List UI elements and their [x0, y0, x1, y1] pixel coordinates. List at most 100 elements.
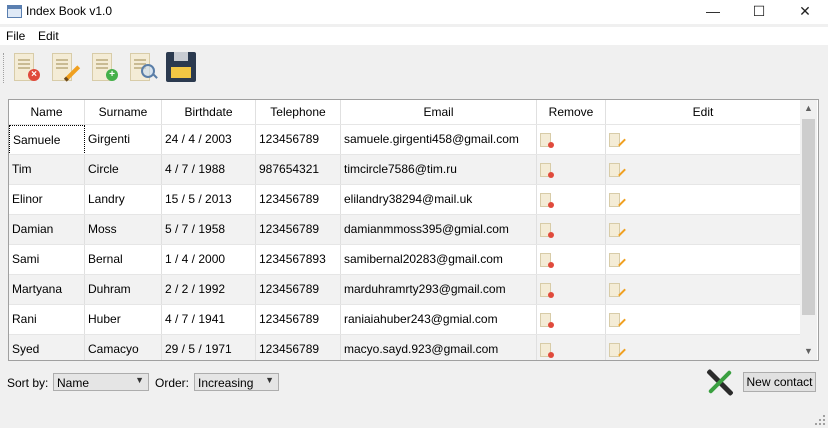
cell-surname[interactable]: Landry	[85, 185, 162, 215]
edit-row-icon[interactable]	[609, 313, 626, 327]
close-button[interactable]: ✕	[782, 0, 828, 24]
cell-telephone[interactable]: 123456789	[256, 275, 341, 305]
table-row[interactable]: Sami Bernal 1 / 4 / 2000 1234567893 samibern…	[9, 244, 800, 275]
new-contact-button[interactable]: New contact	[743, 372, 816, 392]
cell-telephone[interactable]: 123456789	[256, 215, 341, 245]
edit-row-icon[interactable]	[609, 133, 626, 147]
cell-birthdate[interactable]: 24 / 4 / 2003	[162, 125, 256, 155]
cell-surname[interactable]: Girgenti	[85, 125, 162, 155]
cell-name[interactable]: Samuele	[9, 125, 85, 155]
cell-surname[interactable]: Circle	[85, 155, 162, 185]
cell-surname[interactable]: Duhram	[85, 275, 162, 305]
edit-contact-button[interactable]	[48, 51, 82, 85]
cell-edit[interactable]	[606, 335, 800, 360]
header-surname[interactable]: Surname	[85, 100, 162, 124]
cell-edit[interactable]	[606, 125, 800, 155]
search-contact-button[interactable]	[126, 51, 160, 85]
edit-row-icon[interactable]	[609, 253, 626, 267]
cell-remove[interactable]	[537, 185, 606, 215]
cell-name[interactable]: Elinor	[9, 185, 85, 215]
remove-row-icon[interactable]	[540, 193, 554, 208]
toolbar-grip[interactable]	[3, 53, 6, 83]
cell-surname[interactable]: Bernal	[85, 245, 162, 275]
edit-row-icon[interactable]	[609, 193, 626, 207]
cell-edit[interactable]	[606, 245, 800, 275]
cell-remove[interactable]	[537, 245, 606, 275]
header-edit[interactable]: Edit	[606, 100, 800, 124]
cell-telephone[interactable]: 1234567893	[256, 245, 341, 275]
cell-edit[interactable]	[606, 305, 800, 335]
cell-birthdate[interactable]: 4 / 7 / 1941	[162, 305, 256, 335]
cell-name[interactable]: Martyana	[9, 275, 85, 305]
header-telephone[interactable]: Telephone	[256, 100, 341, 124]
sort-by-select[interactable]: Name ▼	[53, 373, 149, 391]
cell-telephone[interactable]: 987654321	[256, 155, 341, 185]
cell-email[interactable]: samibernal20283@gmail.com	[341, 245, 537, 275]
table-row[interactable]: Syed Camacyo 29 / 5 / 1971 123456789 macyo.s…	[9, 334, 800, 360]
cell-birthdate[interactable]: 2 / 2 / 1992	[162, 275, 256, 305]
cell-email[interactable]: damianmmoss395@gmial.com	[341, 215, 537, 245]
menu-edit[interactable]: Edit	[38, 29, 59, 43]
scroll-down-arrow-icon[interactable]: ▼	[800, 343, 817, 360]
scroll-thumb[interactable]	[802, 119, 815, 315]
table-row[interactable]: Elinor Landry 15 / 5 / 2013 123456789 elilan…	[9, 184, 800, 215]
remove-row-icon[interactable]	[540, 313, 554, 328]
cell-telephone[interactable]: 123456789	[256, 335, 341, 360]
table-row[interactable]: Samuele Girgenti 24 / 4 / 2003 123456789 sam…	[9, 124, 800, 155]
menu-file[interactable]: File	[6, 29, 25, 43]
remove-row-icon[interactable]	[540, 223, 554, 238]
cell-surname[interactable]: Moss	[85, 215, 162, 245]
order-select[interactable]: Increasing ▼	[194, 373, 279, 391]
edit-row-icon[interactable]	[609, 343, 626, 357]
cell-name[interactable]: Damian	[9, 215, 85, 245]
remove-row-icon[interactable]	[540, 133, 554, 148]
cell-email[interactable]: macyo.sayd.923@gmail.com	[341, 335, 537, 360]
cell-telephone[interactable]: 123456789	[256, 125, 341, 155]
edit-row-icon[interactable]	[609, 223, 626, 237]
table-row[interactable]: Damian Moss 5 / 7 / 1958 123456789 damianmmo…	[9, 214, 800, 245]
table-row[interactable]: Martyana Duhram 2 / 2 / 1992 123456789 mardu…	[9, 274, 800, 305]
tools-icon[interactable]	[703, 366, 737, 398]
cell-birthdate[interactable]: 29 / 5 / 1971	[162, 335, 256, 360]
cell-remove[interactable]	[537, 215, 606, 245]
cell-remove[interactable]	[537, 155, 606, 185]
cell-telephone[interactable]: 123456789	[256, 305, 341, 335]
cell-remove[interactable]	[537, 305, 606, 335]
remove-row-icon[interactable]	[540, 343, 554, 358]
cell-surname[interactable]: Huber	[85, 305, 162, 335]
cell-email[interactable]: samuele.girgenti458@gmail.com	[341, 125, 537, 155]
table-row[interactable]: Rani Huber 4 / 7 / 1941 123456789 raniaiahub…	[9, 304, 800, 335]
maximize-button[interactable]: ☐	[736, 0, 782, 24]
cell-edit[interactable]	[606, 275, 800, 305]
cell-name[interactable]: Rani	[9, 305, 85, 335]
cell-birthdate[interactable]: 4 / 7 / 1988	[162, 155, 256, 185]
cell-surname[interactable]: Camacyo	[85, 335, 162, 360]
cell-email[interactable]: timcircle7586@tim.ru	[341, 155, 537, 185]
save-button[interactable]	[164, 51, 198, 85]
cell-edit[interactable]	[606, 215, 800, 245]
cell-birthdate[interactable]: 15 / 5 / 2013	[162, 185, 256, 215]
cell-name[interactable]: Sami	[9, 245, 85, 275]
cell-edit[interactable]	[606, 185, 800, 215]
table-row[interactable]: Tim Circle 4 / 7 / 1988 987654321 timcircle7…	[9, 154, 800, 185]
add-contact-button[interactable]: +	[88, 51, 122, 85]
cell-birthdate[interactable]: 5 / 7 / 1958	[162, 215, 256, 245]
cell-birthdate[interactable]: 1 / 4 / 2000	[162, 245, 256, 275]
cell-email[interactable]: marduhramrty293@gmail.com	[341, 275, 537, 305]
cell-remove[interactable]	[537, 275, 606, 305]
cell-name[interactable]: Syed	[9, 335, 85, 360]
edit-row-icon[interactable]	[609, 283, 626, 297]
resize-grip-icon[interactable]	[815, 415, 825, 425]
header-remove[interactable]: Remove	[537, 100, 606, 124]
scroll-up-arrow-icon[interactable]: ▲	[800, 100, 817, 117]
remove-row-icon[interactable]	[540, 283, 554, 298]
remove-row-icon[interactable]	[540, 253, 554, 268]
header-email[interactable]: Email	[341, 100, 537, 124]
cell-email[interactable]: raniaiahuber243@gmial.com	[341, 305, 537, 335]
cell-name[interactable]: Tim	[9, 155, 85, 185]
cell-remove[interactable]	[537, 335, 606, 360]
vertical-scrollbar[interactable]: ▲ ▼	[800, 100, 817, 360]
header-name[interactable]: Name	[9, 100, 85, 124]
minimize-button[interactable]: —	[690, 0, 736, 24]
cell-email[interactable]: elilandry38294@mail.uk	[341, 185, 537, 215]
